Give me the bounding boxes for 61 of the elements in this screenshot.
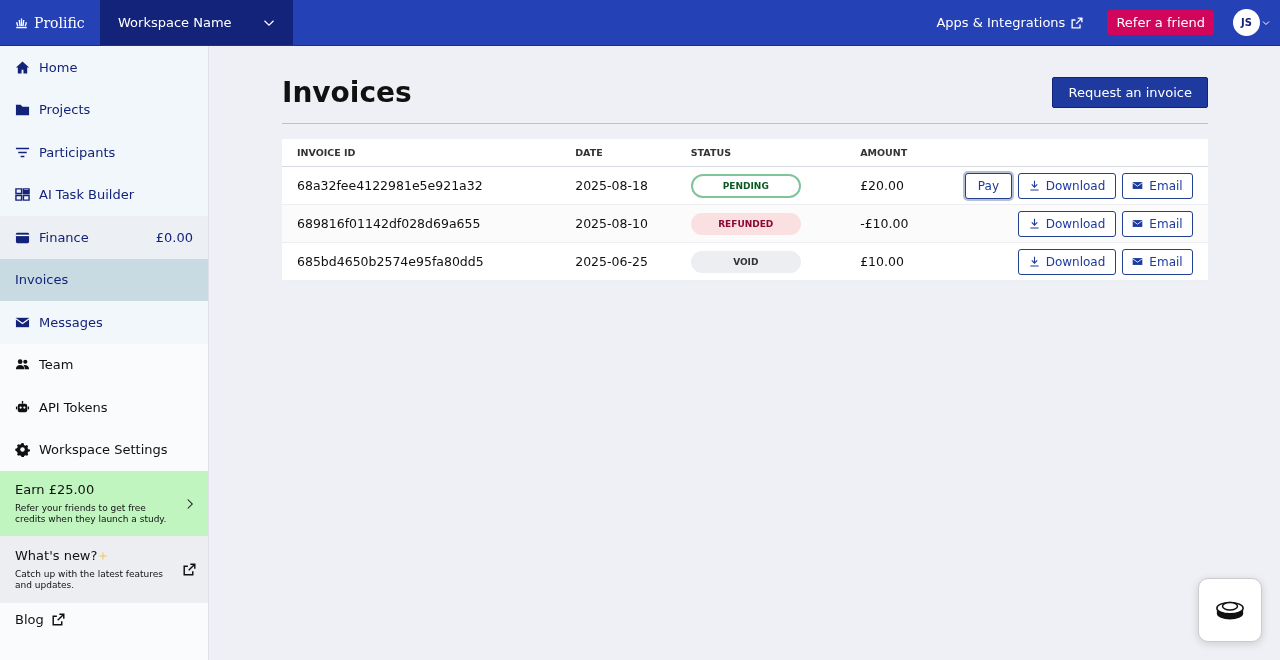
table-cell: 685bd4650b2574e95fa80dd5	[282, 242, 561, 281]
sidebar-item[interactable]: Messages	[0, 301, 208, 344]
download-icon	[1028, 218, 1040, 229]
refer-button[interactable]: Refer a friend	[1107, 10, 1214, 35]
settings-icon	[15, 442, 30, 458]
workspace-dropdown[interactable]: Workspace Name	[100, 0, 293, 45]
blog-link[interactable]: Blog	[15, 612, 44, 627]
mail-icon	[1132, 256, 1144, 267]
sidebar-item[interactable]: Finance £0.00	[0, 216, 208, 259]
status-badge: REFUNDED	[690, 212, 801, 235]
whats-new-title: What's new?	[15, 548, 98, 563]
sidebar-item[interactable]: AI Task Builder	[0, 173, 208, 216]
column-header: STATUS	[675, 139, 846, 167]
email-button[interactable]: Email	[1122, 172, 1193, 199]
grid-icon	[15, 187, 30, 203]
logo-text: Prolific	[34, 14, 85, 31]
whats-new-card[interactable]: What's new? Catch up with the latest features and updates.	[0, 536, 208, 603]
home-icon	[15, 59, 30, 75]
folder-icon	[15, 102, 30, 118]
logo-icon	[14, 16, 29, 29]
promo-title: Earn £25.00	[15, 482, 96, 497]
download-button[interactable]: Download	[1018, 172, 1116, 199]
download-button[interactable]: Download	[1018, 210, 1116, 237]
sidebar-item[interactable]: Invoices	[0, 258, 208, 301]
table-cell: 68a32fee4122981e5e921a32	[282, 166, 561, 205]
email-button[interactable]: Email	[1122, 248, 1193, 275]
status-badge: VOID	[690, 250, 801, 273]
column-header: AMOUNT	[845, 139, 950, 167]
status-badge: PENDING	[690, 173, 801, 198]
table-cell: £20.00	[845, 166, 950, 205]
external-link-icon	[183, 563, 196, 576]
request-invoice-button[interactable]: Request an invoice	[1052, 77, 1208, 108]
table-cell: 2025-08-18	[560, 166, 676, 205]
whats-new-text: Catch up with the latest features and updates.	[15, 569, 165, 591]
help-widget-button[interactable]	[1198, 578, 1262, 642]
email-button[interactable]: Email	[1122, 210, 1193, 237]
column-header: INVOICE ID	[282, 139, 561, 167]
pay-button[interactable]: Pay	[964, 172, 1012, 199]
download-icon	[1028, 256, 1040, 267]
promo-text: Refer your friends to get free credits when they launch a study.	[15, 503, 168, 525]
sidebar-item[interactable]: Participants	[0, 131, 208, 174]
sidebar-item[interactable]: Projects	[0, 88, 208, 131]
download-icon	[1028, 180, 1040, 191]
page-title: Invoices	[282, 76, 412, 109]
chevron-down-icon	[1262, 18, 1270, 27]
robot-icon	[15, 399, 30, 415]
download-button[interactable]: Download	[1018, 248, 1116, 275]
avatar[interactable]: JS	[1233, 9, 1260, 36]
table-cell: 689816f01142df028d69a655	[282, 204, 561, 243]
table-cell: -£10.00	[845, 204, 950, 243]
table-cell: 2025-08-10	[560, 204, 676, 243]
apps-link[interactable]: Apps & Integrations	[936, 15, 1084, 30]
table-cell: £10.00	[845, 242, 950, 281]
external-link-icon	[1071, 16, 1084, 29]
referral-card[interactable]: Earn £25.00 Refer your friends to get free credits when they launch a study.	[0, 471, 208, 536]
table-cell: 2025-06-25	[560, 242, 676, 281]
mail-icon	[1132, 180, 1144, 191]
external-link-icon	[51, 613, 65, 626]
mail-icon	[1132, 218, 1144, 229]
sidebar-item[interactable]: Home	[0, 46, 208, 89]
column-header: DATE	[560, 139, 676, 167]
